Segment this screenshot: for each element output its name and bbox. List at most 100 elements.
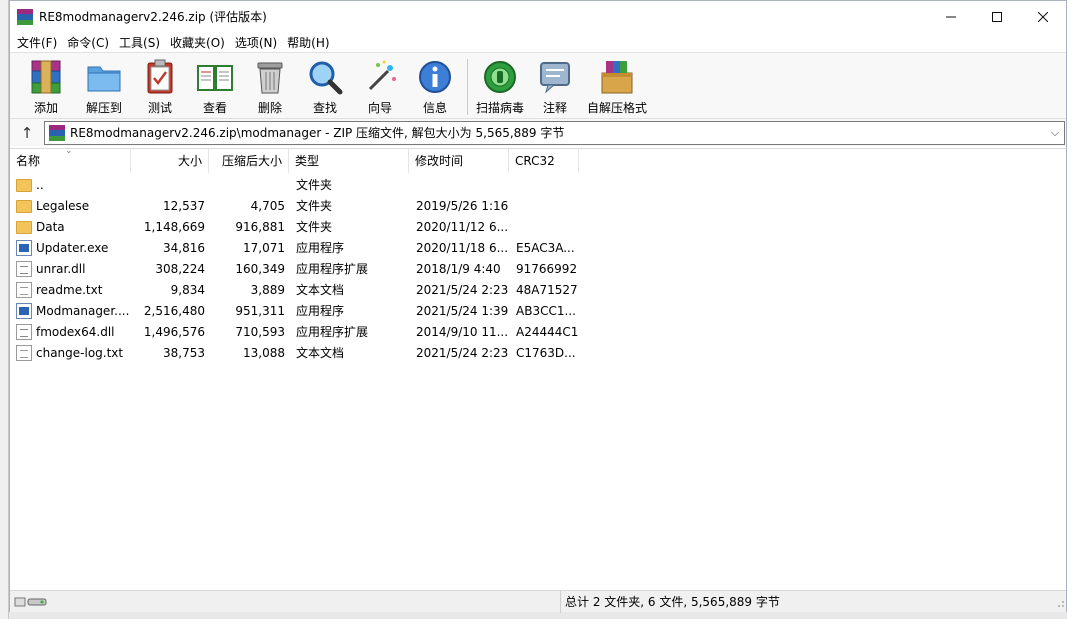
magnifier-icon bbox=[305, 57, 345, 97]
menu-commands[interactable]: 命令(C) bbox=[62, 34, 114, 51]
menu-help[interactable]: 帮助(H) bbox=[282, 34, 334, 51]
up-arrow-icon: ↑ bbox=[20, 123, 34, 142]
folder-icon bbox=[16, 179, 32, 192]
chevron-down-icon[interactable]: ⌵ bbox=[1046, 126, 1064, 140]
address-path-field[interactable]: RE8modmanagerv2.246.zip\modmanager - ZIP… bbox=[44, 120, 1065, 145]
table-row[interactable]: readme.txt 9,834 3,889 文本文档 2021/5/24 2:… bbox=[10, 279, 1066, 300]
status-icons bbox=[10, 595, 560, 609]
minimize-icon bbox=[946, 16, 956, 17]
table-row[interactable]: fmodex64.dll 1,496,576 710,593 应用程序扩展 20… bbox=[10, 321, 1066, 342]
table-row[interactable]: Updater.exe 34,816 17,071 应用程序 2020/11/1… bbox=[10, 237, 1066, 258]
file-modified: 2018/1/9 4:40 bbox=[416, 261, 501, 276]
magic-wand-icon bbox=[360, 57, 400, 97]
text-file-icon bbox=[16, 344, 32, 361]
status-bar: 总计 2 文件夹, 6 文件, 5,565,889 字节 bbox=[10, 590, 1066, 613]
file-crc: C1763D... bbox=[516, 345, 576, 360]
delete-button[interactable]: 删除 bbox=[243, 57, 297, 116]
address-path-text: RE8modmanagerv2.246.zip\modmanager - ZIP… bbox=[70, 126, 565, 140]
column-header-name[interactable]: 名称 ⌄ bbox=[10, 146, 131, 173]
minimize-button[interactable] bbox=[928, 1, 974, 32]
delete-label: 删除 bbox=[257, 101, 282, 115]
extract-to-button[interactable]: 解压到 bbox=[75, 57, 133, 116]
column-header-size[interactable]: 大小 bbox=[131, 149, 209, 173]
file-type: 文本文档 bbox=[296, 346, 345, 360]
file-packed-size: 17,071 bbox=[243, 240, 285, 255]
menu-options[interactable]: 选项(N) bbox=[230, 34, 282, 51]
background-window-left bbox=[0, 0, 9, 619]
table-row[interactable]: unrar.dll 308,224 160,349 应用程序扩展 2018/1/… bbox=[10, 258, 1066, 279]
file-packed-size: 4,705 bbox=[250, 198, 285, 213]
folder-icon bbox=[16, 200, 32, 213]
winrar-app-icon[interactable] bbox=[17, 8, 33, 25]
file-type: 文本文档 bbox=[296, 283, 345, 297]
column-header-type[interactable]: 类型 bbox=[289, 149, 409, 173]
file-packed-size: 951,311 bbox=[235, 303, 285, 318]
up-folder-button[interactable]: ↑ bbox=[10, 119, 44, 147]
menu-file[interactable]: 文件(F) bbox=[12, 34, 62, 51]
table-row[interactable]: .. 文件夹 bbox=[10, 174, 1066, 195]
file-modified: 2021/5/24 2:23 bbox=[416, 282, 509, 297]
status-summary: 总计 2 文件夹, 6 文件, 5,565,889 字节 bbox=[560, 590, 1052, 613]
dll-file-icon bbox=[16, 260, 32, 277]
file-type: 文件夹 bbox=[296, 199, 333, 213]
file-size: 38,753 bbox=[163, 345, 205, 360]
table-row[interactable]: Legalese 12,537 4,705 文件夹 2019/5/26 1:16 bbox=[10, 195, 1066, 216]
maximize-button[interactable] bbox=[974, 1, 1020, 32]
column-header-crc[interactable]: CRC32 bbox=[509, 149, 579, 173]
dll-file-icon bbox=[16, 323, 32, 340]
file-crc: A24444C1 bbox=[516, 324, 579, 339]
virus-scan-button[interactable]: 扫描病毒 bbox=[472, 57, 528, 116]
table-row[interactable]: Data 1,148,669 916,881 文件夹 2020/11/12 6.… bbox=[10, 216, 1066, 237]
resize-grip-icon[interactable] bbox=[1052, 595, 1066, 609]
file-name: fmodex64.dll bbox=[36, 324, 115, 339]
add-archive-icon bbox=[26, 57, 66, 97]
wizard-label: 向导 bbox=[367, 101, 392, 115]
file-packed-size: 916,881 bbox=[235, 219, 285, 234]
window-title: RE8modmanagerv2.246.zip (评估版本) bbox=[39, 10, 267, 24]
toolbar-separator bbox=[467, 59, 468, 115]
comment-button[interactable]: 注释 bbox=[528, 57, 582, 116]
test-label: 测试 bbox=[147, 101, 172, 115]
file-packed-size: 710,593 bbox=[235, 324, 285, 339]
wizard-button[interactable]: 向导 bbox=[353, 57, 407, 116]
find-button[interactable]: 查找 bbox=[297, 57, 353, 116]
comment-label: 注释 bbox=[542, 101, 567, 115]
menu-tools[interactable]: 工具(S) bbox=[114, 34, 165, 51]
column-header-modified[interactable]: 修改时间 bbox=[409, 149, 509, 173]
winrar-window: RE8modmanagerv2.246.zip (评估版本) 文件(F) 命令(… bbox=[9, 0, 1067, 613]
add-button[interactable]: 添加 bbox=[17, 57, 75, 116]
folder-extract-icon bbox=[84, 57, 124, 97]
file-crc: E5AC3A... bbox=[516, 240, 575, 255]
address-bar: ↑ RE8modmanagerv2.246.zip\modmanager - Z… bbox=[10, 118, 1066, 146]
shield-scan-icon bbox=[480, 57, 520, 97]
file-size: 308,224 bbox=[155, 261, 205, 276]
view-button[interactable]: 查看 bbox=[187, 57, 243, 116]
file-modified: 2020/11/18 6... bbox=[416, 240, 509, 255]
file-name: .. bbox=[36, 177, 44, 192]
close-button[interactable] bbox=[1020, 1, 1066, 32]
table-row[interactable]: change-log.txt 38,753 13,088 文本文档 2021/5… bbox=[10, 342, 1066, 363]
info-label: 信息 bbox=[422, 101, 447, 115]
drive-status-icon[interactable] bbox=[14, 595, 50, 609]
view-label: 查看 bbox=[202, 101, 227, 115]
file-size: 34,816 bbox=[163, 240, 205, 255]
file-name: Legalese bbox=[36, 198, 90, 213]
extract-to-label: 解压到 bbox=[85, 101, 122, 115]
test-button[interactable]: 测试 bbox=[133, 57, 187, 116]
menu-favorites[interactable]: 收藏夹(O) bbox=[165, 34, 230, 51]
maximize-icon bbox=[992, 11, 1002, 22]
executable-icon bbox=[16, 302, 32, 319]
info-button[interactable]: 信息 bbox=[407, 57, 463, 116]
file-type: 应用程序扩展 bbox=[296, 262, 369, 276]
file-list: 名称 ⌄ 大小 压缩后大小 类型 修改时间 CRC32 .. 文件夹 Legal… bbox=[10, 146, 1066, 589]
file-type: 文件夹 bbox=[296, 178, 333, 192]
archive-icon bbox=[49, 124, 65, 141]
file-size: 1,148,669 bbox=[143, 219, 205, 234]
sfx-label: 自解压格式 bbox=[586, 101, 647, 115]
trash-icon bbox=[250, 57, 290, 97]
sfx-button[interactable]: 自解压格式 bbox=[582, 57, 652, 116]
toolbar: 添加 解压到 测试 查看 删除 查找 向导 信息 扫描病毒 注释 自解压格式 bbox=[10, 52, 1066, 118]
column-header-packed[interactable]: 压缩后大小 bbox=[209, 149, 289, 173]
table-row[interactable]: Modmanager.... 2,516,480 951,311 应用程序 20… bbox=[10, 300, 1066, 321]
close-icon bbox=[1038, 11, 1048, 22]
